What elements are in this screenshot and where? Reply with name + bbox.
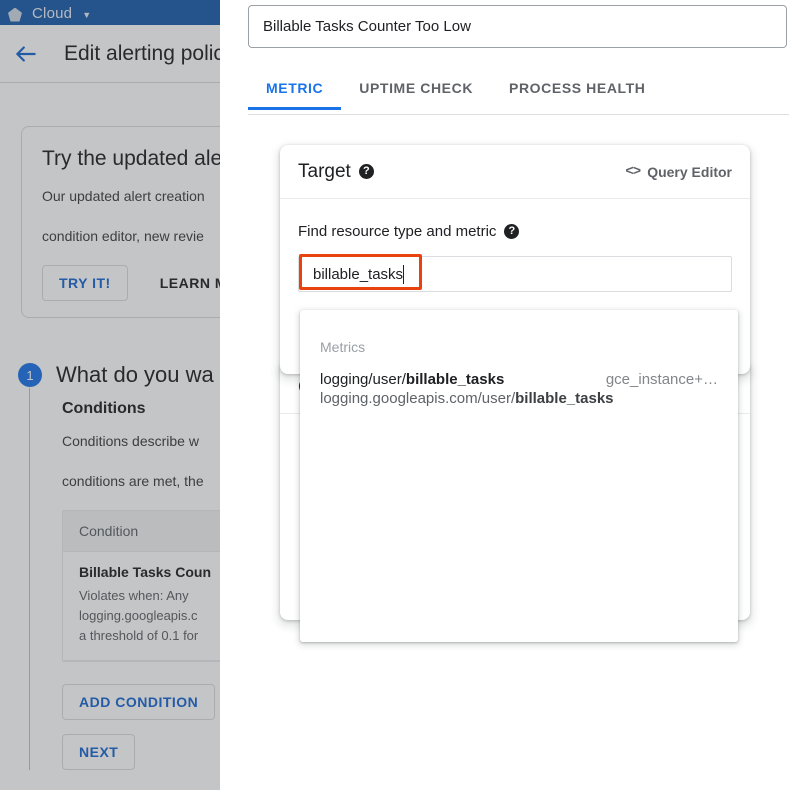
tab-process-health[interactable]: PROCESS HEALTH [491, 72, 664, 110]
autocomplete-item-sub-prefix: logging.googleapis.com/user/ [320, 390, 516, 407]
autocomplete-item-name: logging/user/billable_tasks [320, 371, 504, 388]
autocomplete-item-subtitle: logging.googleapis.com/user/billable_tas… [320, 390, 718, 407]
metric-search-field [298, 254, 732, 292]
condition-name-field-wrap [248, 5, 787, 48]
autocomplete-section-label: Metrics [320, 339, 366, 355]
tab-metric[interactable]: METRIC [248, 72, 342, 110]
target-card-header: Target ? <> Query Editor [280, 145, 750, 199]
dialog-tabs: METRIC UPTIME CHECK PROCESS HEALTH [248, 72, 789, 114]
code-brackets-icon: <> [625, 163, 641, 180]
condition-name-input[interactable] [248, 5, 787, 48]
metric-autocomplete-dropdown: Metrics logging/user/billable_tasks gce_… [300, 310, 738, 642]
list-item[interactable]: logging/user/billable_tasks gce_instance… [300, 355, 738, 417]
help-icon[interactable]: ? [504, 224, 520, 239]
find-metric-label: Find resource type and metric [298, 223, 497, 240]
autocomplete-item-sub-match: billable_tasks [515, 390, 614, 407]
autocomplete-item-resource: gce_instance+… [605, 371, 718, 388]
find-metric-label-row: Find resource type and metric ? [298, 223, 732, 240]
tab-uptime-check[interactable]: UPTIME CHECK [341, 72, 491, 110]
tabs-bottom-rule [248, 114, 789, 115]
screen-root: Cloud ▼ Edit alerting policy Try the upd… [0, 0, 789, 790]
autocomplete-item-name-prefix: logging/user/ [320, 371, 406, 388]
metric-search-input[interactable] [299, 257, 731, 291]
condition-dialog: METRIC UPTIME CHECK PROCESS HEALTH C Tar… [220, 0, 789, 790]
query-editor-button[interactable]: <> Query Editor [625, 164, 732, 180]
query-editor-label: Query Editor [647, 163, 732, 180]
help-icon[interactable]: ? [358, 164, 374, 179]
autocomplete-item-name-match: billable_tasks [405, 371, 505, 388]
text-cursor [403, 265, 404, 284]
target-title: Target [298, 160, 351, 182]
